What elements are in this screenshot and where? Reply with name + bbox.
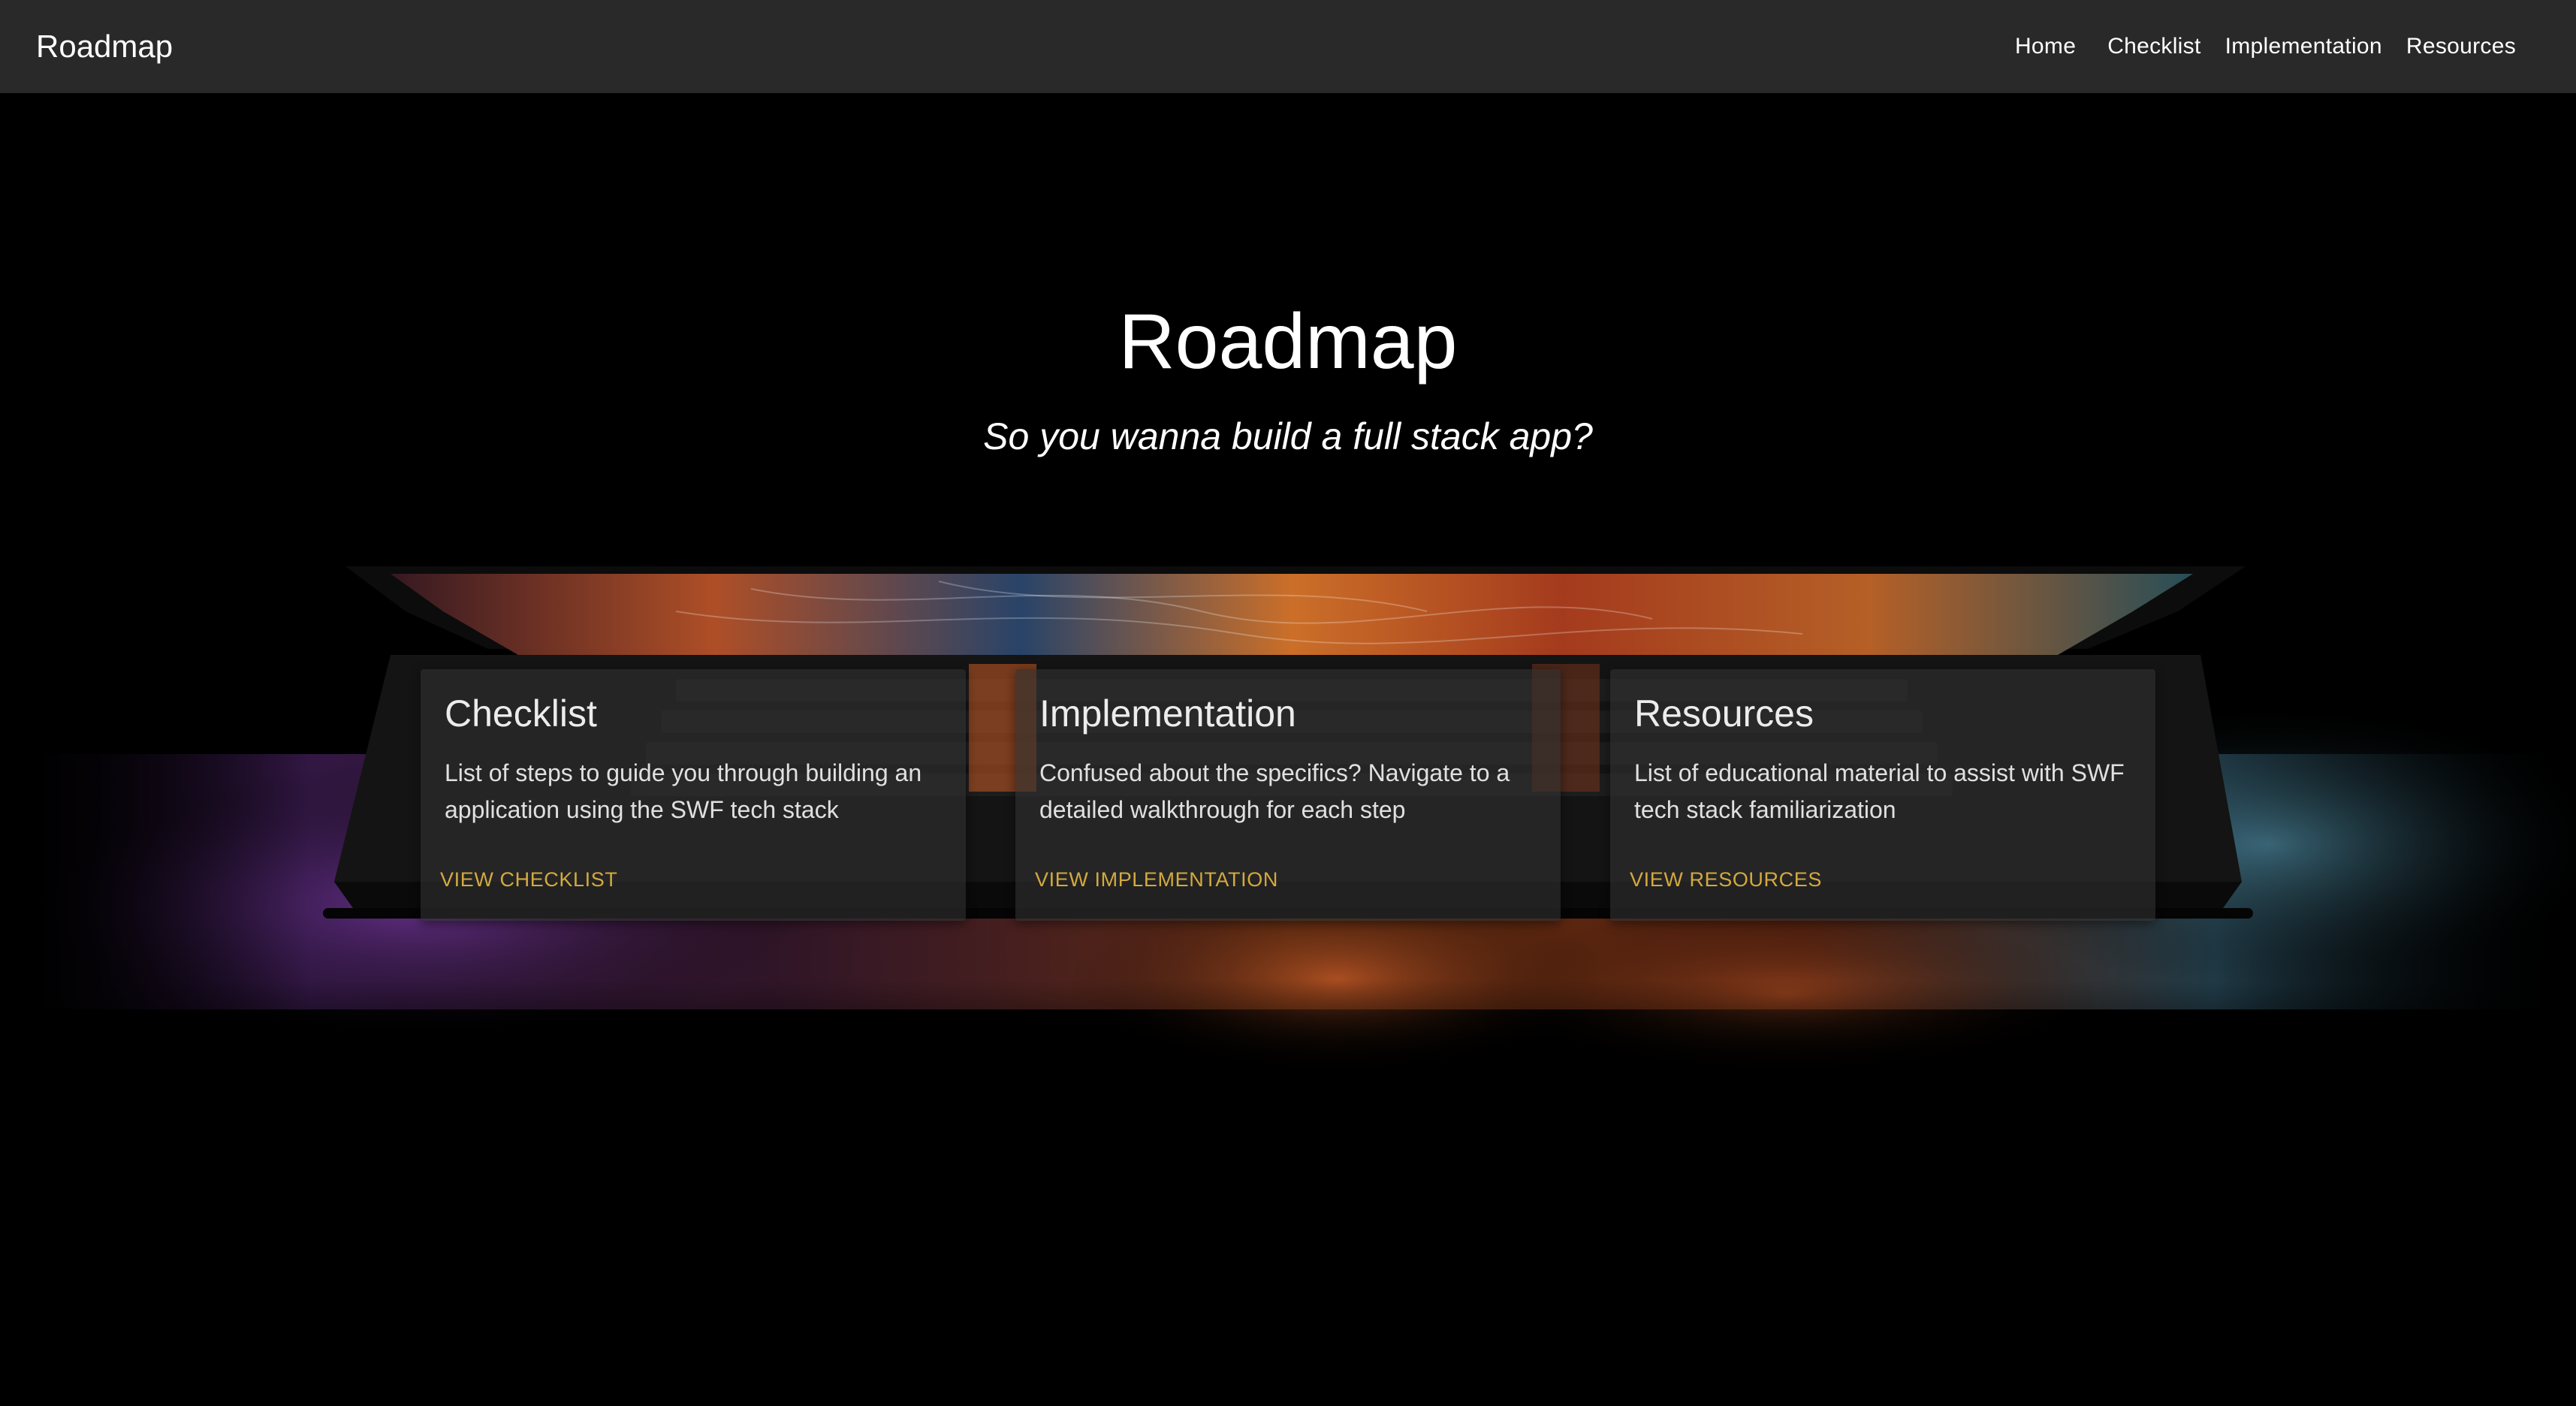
card-actions: VIEW IMPLEMENTATION (1015, 865, 1561, 921)
view-checklist-button[interactable]: VIEW CHECKLIST (440, 868, 617, 892)
card-resources: Resources List of educational material t… (1610, 669, 2155, 921)
card-description: List of educational material to assist w… (1634, 759, 2125, 823)
card-description: Confused about the specifics? Navigate t… (1039, 759, 1510, 823)
brand-logo-text[interactable]: Roadmap (36, 0, 173, 93)
card-implementation: Implementation Confused about the specif… (1015, 669, 1561, 921)
feature-cards: Checklist List of steps to guide you thr… (421, 669, 2155, 921)
nav-link-resources[interactable]: Resources (2394, 34, 2528, 59)
page: Roadmap Home Checklist Implementation Re… (0, 0, 2576, 1406)
card-title: Resources (1634, 692, 1814, 735)
nav-links: Home Checklist Implementation Resources (2003, 0, 2528, 93)
top-navbar: Roadmap Home Checklist Implementation Re… (0, 0, 2576, 93)
nav-link-checklist[interactable]: Checklist (2095, 34, 2213, 59)
hero-section: Roadmap So you wanna build a full stack … (0, 93, 2576, 1097)
hero-title: Roadmap (1118, 298, 1458, 385)
card-description: List of steps to guide you through build… (445, 759, 922, 823)
card-actions: VIEW RESOURCES (1610, 865, 2155, 921)
card-actions: VIEW CHECKLIST (421, 865, 966, 921)
view-implementation-button[interactable]: VIEW IMPLEMENTATION (1035, 868, 1278, 892)
view-resources-button[interactable]: VIEW RESOURCES (1630, 868, 1822, 892)
hero-subtitle: So you wanna build a full stack app? (983, 415, 1593, 457)
nav-link-home[interactable]: Home (2003, 34, 2088, 59)
card-checklist: Checklist List of steps to guide you thr… (421, 669, 966, 921)
laptop-background-image (0, 93, 2576, 1097)
nav-link-implementation[interactable]: Implementation (2213, 34, 2394, 59)
card-title: Implementation (1039, 692, 1296, 735)
card-title: Checklist (445, 692, 597, 735)
